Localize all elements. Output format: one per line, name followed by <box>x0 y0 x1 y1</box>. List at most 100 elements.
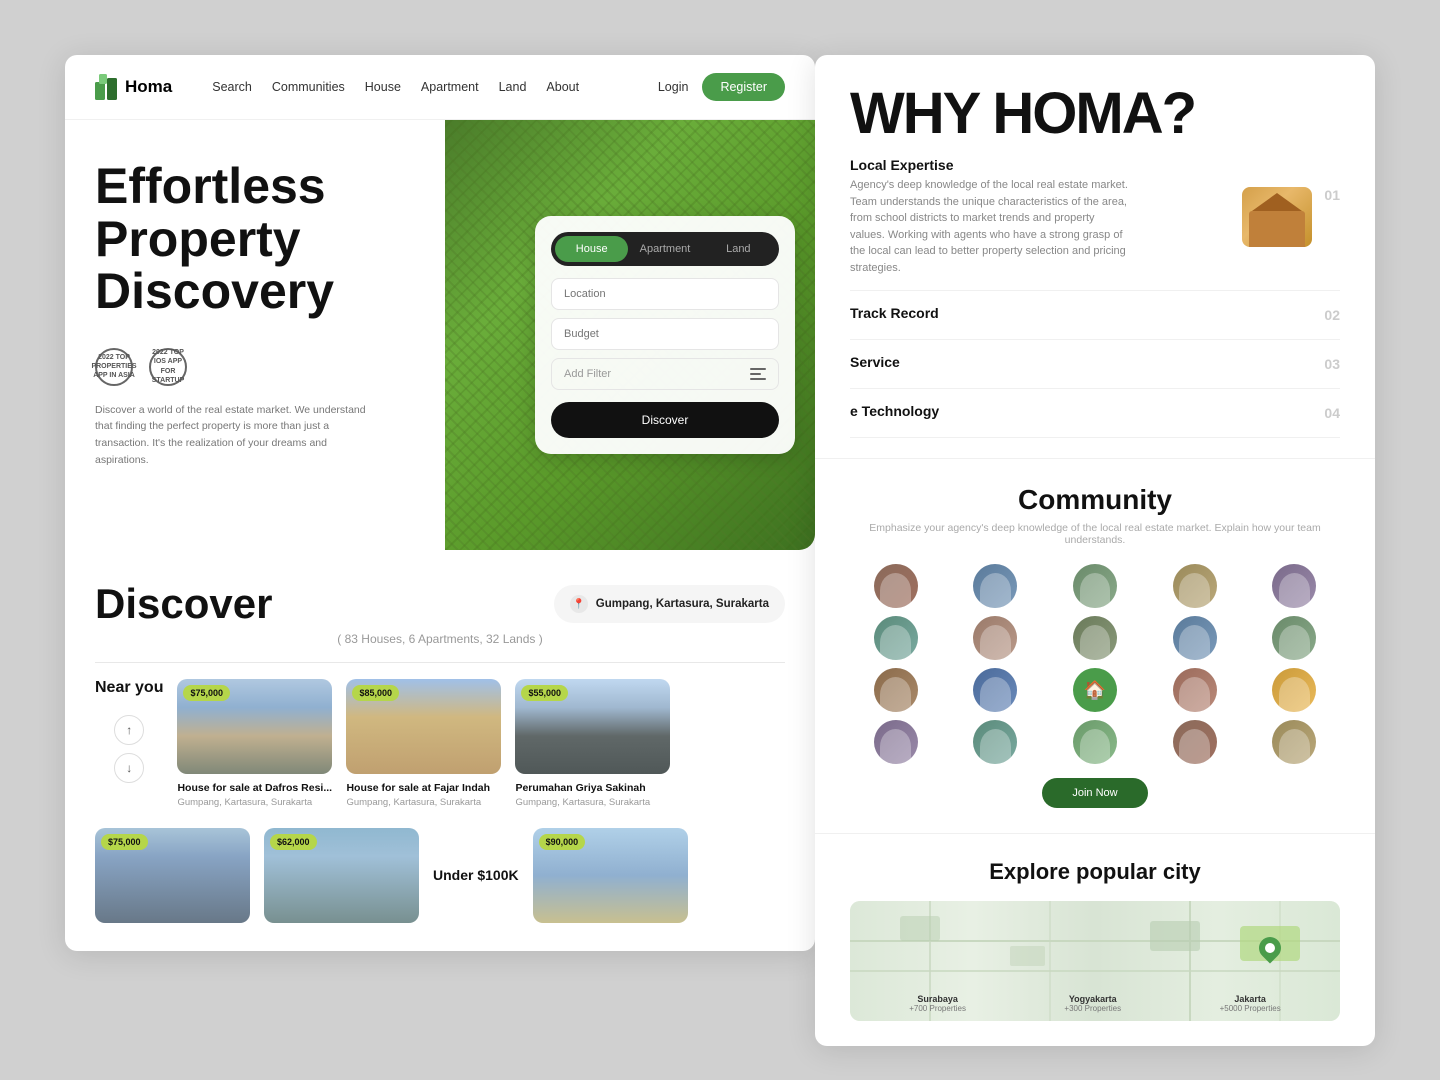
award-2: 2022 TOPIOS APP FORSTARTUP <box>149 348 187 386</box>
search-tabs: House Apartment Land <box>551 232 779 266</box>
nav-apartment[interactable]: Apartment <box>421 80 479 94</box>
main-panel: Homa Search Communities House Apartment … <box>65 55 815 951</box>
why-item-3-num: 03 <box>1324 356 1340 372</box>
discover-header: Discover 📍 Gumpang, Kartasura, Surakarta <box>95 580 785 628</box>
why-homa-section: WHY HOMA? Local Expertise Agency's deep … <box>815 55 1375 459</box>
why-title: WHY HOMA? <box>850 85 1340 143</box>
avatar-10 <box>1272 616 1316 660</box>
avatar-17 <box>1073 720 1117 764</box>
explore-title: Explore popular city <box>850 859 1340 885</box>
logo[interactable]: Homa <box>95 74 172 100</box>
hero-section: Effortless Property Discovery 2022 TOPPR… <box>65 120 815 550</box>
discover-divider <box>95 662 785 663</box>
nav-search[interactable]: Search <box>212 80 252 94</box>
awards: 2022 TOPPROPERTIESAPP IN ASIA 2022 TOPIO… <box>95 348 425 386</box>
city-surabaya[interactable]: Surabaya +700 Properties <box>909 994 966 1013</box>
property-card-3[interactable]: $55,000 Perumahan Griya Sakinah Gumpang,… <box>515 679 670 808</box>
property-image-2: $85,000 <box>346 679 501 774</box>
tab-apartment[interactable]: Apartment <box>628 236 701 262</box>
price-tag-3: $55,000 <box>521 685 568 701</box>
tab-house[interactable]: House <box>555 236 628 262</box>
why-items: Local Expertise Agency's deep knowledge … <box>850 143 1340 438</box>
login-button[interactable]: Login <box>658 80 689 94</box>
avatar-16 <box>973 720 1017 764</box>
property-card-1[interactable]: $75,000 House for sale at Dafros Resi...… <box>177 679 332 808</box>
award-wreath-2: 2022 TOPIOS APP FORSTARTUP <box>149 348 187 386</box>
property-image-4: $75,000 <box>95 828 250 923</box>
why-item-4-left: e Technology <box>850 403 939 423</box>
tab-land[interactable]: Land <box>702 236 775 262</box>
why-item-1[interactable]: Local Expertise Agency's deep knowledge … <box>850 143 1340 291</box>
nav-arrows: ↑ ↓ <box>114 715 144 783</box>
second-row: $75,000 $62,000 Under $100K $90,000 <box>65 828 815 951</box>
why-item-2-left: Track Record <box>850 305 939 325</box>
budget-input[interactable] <box>551 318 779 350</box>
property-card-4[interactable]: $75,000 <box>95 828 250 931</box>
avatar-11 <box>874 668 918 712</box>
avatar-12 <box>973 668 1017 712</box>
avatar-14 <box>1272 668 1316 712</box>
filter-label: Add Filter <box>564 368 611 380</box>
property-image-5: $62,000 <box>264 828 419 923</box>
why-item-1-left: Local Expertise Agency's deep knowledge … <box>850 157 1130 276</box>
city-jakarta-count: +5000 Properties <box>1220 1004 1281 1013</box>
avatar-9 <box>1173 616 1217 660</box>
price-tag-4: $75,000 <box>101 834 148 850</box>
avatar-15 <box>874 720 918 764</box>
avatar-7 <box>973 616 1017 660</box>
why-item-4[interactable]: e Technology 04 <box>850 389 1340 438</box>
avatar-13 <box>1173 668 1217 712</box>
hero-title: Effortless Property Discovery <box>95 160 425 318</box>
nav-communities[interactable]: Communities <box>272 80 345 94</box>
avatar-5 <box>1272 564 1316 608</box>
city-yogyakarta-name: Yogyakarta <box>1064 994 1121 1004</box>
why-item-4-num: 04 <box>1324 405 1340 421</box>
register-button[interactable]: Register <box>702 73 785 101</box>
pin-icon: 📍 <box>570 595 588 613</box>
discover-title: Discover <box>95 580 272 628</box>
why-item-2-num: 02 <box>1324 307 1340 323</box>
property-loc-1: Gumpang, Kartasura, Surakarta <box>177 797 332 808</box>
city-yogyakarta[interactable]: Yogyakarta +300 Properties <box>1064 994 1121 1013</box>
search-inputs: Add Filter Discover <box>551 278 779 438</box>
location-pill[interactable]: 📍 Gumpang, Kartasura, Surakarta <box>554 585 785 623</box>
discover-section: Discover 📍 Gumpang, Kartasura, Surakarta… <box>65 550 815 663</box>
filter-row[interactable]: Add Filter <box>551 358 779 390</box>
property-name-3: Perumahan Griya Sakinah <box>515 782 670 794</box>
properties-row: Near you ↑ ↓ $75,000 House for sale at D… <box>65 679 815 828</box>
city-labels: Surabaya +700 Properties Yogyakarta +300… <box>850 994 1340 1013</box>
why-item-2[interactable]: Track Record 02 <box>850 291 1340 340</box>
property-loc-2: Gumpang, Kartasura, Surakarta <box>346 797 501 808</box>
nav-about[interactable]: About <box>546 80 579 94</box>
nav-links: Search Communities House Apartment Land … <box>212 80 579 94</box>
brand-name: Homa <box>125 77 172 97</box>
property-card-2[interactable]: $85,000 House for sale at Fajar Indah Gu… <box>346 679 501 808</box>
price-tag-5: $62,000 <box>270 834 317 850</box>
near-you-label: Near you <box>95 679 163 697</box>
avatar-8 <box>1073 616 1117 660</box>
nav-right: Login Register <box>658 73 785 101</box>
city-map[interactable]: Surabaya +700 Properties Yogyakarta +300… <box>850 901 1340 1021</box>
house-thumbnail <box>1242 187 1312 247</box>
avatar-1 <box>874 564 918 608</box>
avatar-4 <box>1173 564 1217 608</box>
why-item-3-name: Service <box>850 354 900 370</box>
nav-land[interactable]: Land <box>499 80 527 94</box>
property-card-5[interactable]: $62,000 <box>264 828 419 931</box>
nav-house[interactable]: House <box>365 80 401 94</box>
location-input[interactable] <box>551 278 779 310</box>
property-image-1: $75,000 <box>177 679 332 774</box>
property-image-3: $55,000 <box>515 679 670 774</box>
under-100k-label: Under $100K <box>433 867 519 884</box>
city-jakarta[interactable]: Jakarta +5000 Properties <box>1220 994 1281 1013</box>
arrow-down[interactable]: ↓ <box>114 753 144 783</box>
property-card-6[interactable]: $90,000 <box>533 828 688 931</box>
discover-count: ( 83 Houses, 6 Apartments, 32 Lands ) <box>95 632 785 646</box>
why-item-3-left: Service <box>850 354 900 374</box>
avatar-home: 🏠 <box>1073 668 1117 712</box>
discover-button[interactable]: Discover <box>551 402 779 438</box>
arrow-up[interactable]: ↑ <box>114 715 144 745</box>
why-item-3[interactable]: Service 03 <box>850 340 1340 389</box>
join-now-button[interactable]: Join Now <box>1042 778 1147 808</box>
filter-icon <box>750 368 766 380</box>
